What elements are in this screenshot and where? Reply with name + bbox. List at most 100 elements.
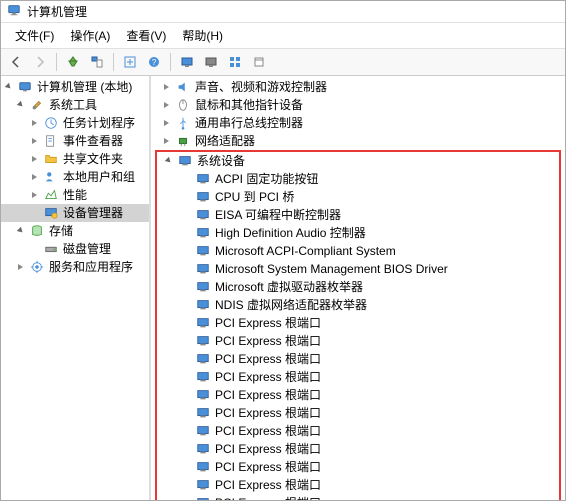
system-device-icon	[195, 387, 211, 403]
show-hidden-button[interactable]	[248, 51, 270, 73]
category-mouse[interactable]: 鼠标和其他指针设备	[151, 96, 565, 114]
device-label: Microsoft ACPI-Compliant System	[215, 243, 396, 259]
back-button[interactable]	[5, 51, 27, 73]
device-label: PCI Express 根端口	[215, 369, 321, 385]
toolbar-separator	[113, 53, 114, 71]
forward-button[interactable]	[29, 51, 51, 73]
menu-view[interactable]: 查看(V)	[118, 25, 174, 46]
device-item[interactable]: Microsoft 虚拟驱动器枚举器	[157, 278, 559, 296]
category-label: 鼠标和其他指针设备	[195, 97, 303, 113]
expander-icon[interactable]	[29, 189, 41, 201]
expander-icon[interactable]	[161, 135, 173, 147]
properties-button[interactable]	[86, 51, 108, 73]
category-usb[interactable]: 通用串行总线控制器	[151, 114, 565, 132]
expander-icon[interactable]	[29, 171, 41, 183]
expander-icon[interactable]	[29, 135, 41, 147]
system-device-icon	[195, 369, 211, 385]
tree-storage[interactable]: 存储	[1, 222, 149, 240]
device-item[interactable]: PCI Express 根端口	[157, 458, 559, 476]
device-label: PCI Express 根端口	[215, 315, 321, 331]
system-device-icon	[195, 315, 211, 331]
category-system-devices[interactable]: 系统设备	[153, 152, 559, 170]
expander-icon[interactable]	[29, 153, 41, 165]
help-toolbar-button[interactable]: ?	[143, 51, 165, 73]
device-item[interactable]: CPU 到 PCI 桥	[157, 188, 559, 206]
device-item[interactable]: PCI Express 根端口	[157, 314, 559, 332]
system-device-icon	[195, 279, 211, 295]
system-device-icon	[177, 153, 193, 169]
tree-event-viewer[interactable]: 事件查看器	[1, 132, 149, 150]
tree-local-users[interactable]: 本地用户和组	[1, 168, 149, 186]
device-item[interactable]: PCI Express 根端口	[157, 440, 559, 458]
category-label: 通用串行总线控制器	[195, 115, 303, 131]
device-item[interactable]: Microsoft System Management BIOS Driver	[157, 260, 559, 278]
system-device-icon	[195, 405, 211, 421]
refresh-button[interactable]	[119, 51, 141, 73]
tree-performance[interactable]: 性能	[1, 186, 149, 204]
device-item[interactable]: PCI Express 根端口	[157, 332, 559, 350]
tree-label: 服务和应用程序	[49, 259, 133, 275]
body-panes: 计算机管理 (本地) 系统工具 任务计划程序 事件查看器 共享文件夹	[1, 76, 565, 500]
navigation-tree: 计算机管理 (本地) 系统工具 任务计划程序 事件查看器 共享文件夹	[1, 76, 151, 500]
category-audio[interactable]: 声音、视频和游戏控制器	[151, 78, 565, 96]
device-item[interactable]: PCI Express 根端口	[157, 476, 559, 494]
devices-by-connection-button[interactable]	[200, 51, 222, 73]
expander-icon[interactable]	[163, 155, 175, 167]
up-button[interactable]	[62, 51, 84, 73]
system-device-icon	[195, 171, 211, 187]
tree-label: 存储	[49, 223, 73, 239]
system-device-icon	[195, 495, 211, 500]
tree-task-scheduler[interactable]: 任务计划程序	[1, 114, 149, 132]
expander-icon[interactable]	[161, 99, 173, 111]
tree-system-tools[interactable]: 系统工具	[1, 96, 149, 114]
devices-by-type-button[interactable]	[176, 51, 198, 73]
tree-services-apps[interactable]: 服务和应用程序	[1, 258, 149, 276]
expander-icon[interactable]	[3, 81, 15, 93]
folder-icon	[43, 151, 59, 167]
system-device-icon	[195, 189, 211, 205]
expander-icon[interactable]	[161, 81, 173, 93]
device-manager-icon	[43, 205, 59, 221]
device-label: CPU 到 PCI 桥	[215, 189, 294, 205]
device-item[interactable]: NDIS 虚拟网络适配器枚举器	[157, 296, 559, 314]
clock-icon	[43, 115, 59, 131]
tree-disk-management[interactable]: 磁盘管理	[1, 240, 149, 258]
device-item[interactable]: PCI Express 根端口	[157, 494, 559, 500]
tree-root-computer-management[interactable]: 计算机管理 (本地)	[1, 78, 149, 96]
tools-icon	[29, 97, 45, 113]
device-label: PCI Express 根端口	[215, 423, 321, 439]
usb-icon	[175, 115, 191, 131]
device-label: Microsoft System Management BIOS Driver	[215, 261, 448, 277]
device-item[interactable]: EISA 可编程中断控制器	[157, 206, 559, 224]
system-device-icon	[195, 261, 211, 277]
resources-by-type-button[interactable]	[224, 51, 246, 73]
device-label: PCI Express 根端口	[215, 405, 321, 421]
device-item[interactable]: High Definition Audio 控制器	[157, 224, 559, 242]
expander-icon[interactable]	[15, 99, 27, 111]
device-item[interactable]: PCI Express 根端口	[157, 350, 559, 368]
menu-help[interactable]: 帮助(H)	[174, 25, 231, 46]
tree-label: 设备管理器	[63, 205, 123, 221]
device-item[interactable]: Microsoft ACPI-Compliant System	[157, 242, 559, 260]
tree-label: 共享文件夹	[63, 151, 123, 167]
toolbar-separator	[56, 53, 57, 71]
expander-icon[interactable]	[161, 117, 173, 129]
tree-shared-folders[interactable]: 共享文件夹	[1, 150, 149, 168]
device-label: PCI Express 根端口	[215, 477, 321, 493]
menu-action[interactable]: 操作(A)	[62, 25, 118, 46]
device-item[interactable]: PCI Express 根端口	[157, 368, 559, 386]
storage-icon	[29, 223, 45, 239]
expander-icon[interactable]	[15, 261, 27, 273]
menu-file[interactable]: 文件(F)	[7, 25, 62, 46]
mouse-icon	[175, 97, 191, 113]
device-label: Microsoft 虚拟驱动器枚举器	[215, 279, 363, 295]
tree-label: 事件查看器	[63, 133, 123, 149]
device-item[interactable]: ACPI 固定功能按钮	[157, 170, 559, 188]
tree-device-manager[interactable]: 设备管理器	[1, 204, 149, 222]
category-network[interactable]: 网络适配器	[151, 132, 565, 150]
device-item[interactable]: PCI Express 根端口	[157, 422, 559, 440]
device-item[interactable]: PCI Express 根端口	[157, 404, 559, 422]
device-item[interactable]: PCI Express 根端口	[157, 386, 559, 404]
expander-icon[interactable]	[15, 225, 27, 237]
expander-icon[interactable]	[29, 117, 41, 129]
